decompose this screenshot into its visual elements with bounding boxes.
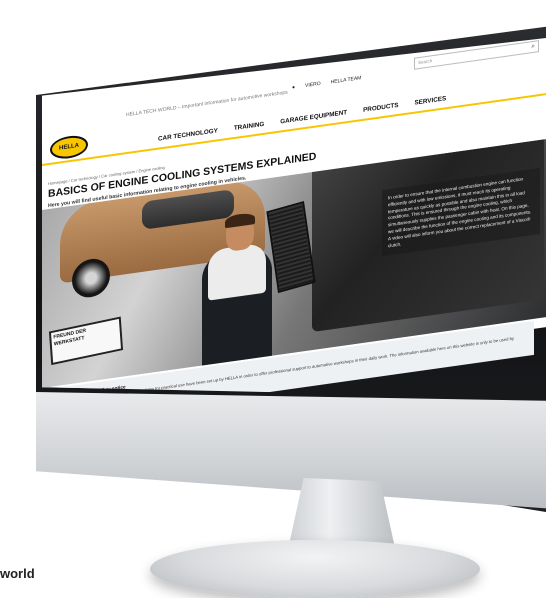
mechanic-shirt xyxy=(208,242,266,301)
freund-der-werkstatt-stamp: FREUND DER WERKSTATT xyxy=(48,316,124,366)
monitor-screen: HELLA HELLA TECH WORLD – Important infor… xyxy=(42,38,546,398)
webpage: HELLA HELLA TECH WORLD – Important infor… xyxy=(42,38,546,398)
search-placeholder: Search xyxy=(418,58,433,66)
search-icon[interactable]: ⌕ xyxy=(531,42,535,53)
footer-text: world xyxy=(0,566,35,581)
monitor-chin xyxy=(36,392,546,512)
scene: HELLA HELLA TECH WORLD – Important infor… xyxy=(0,0,546,598)
mechanic-figure xyxy=(192,210,282,373)
monitor-stand-base xyxy=(150,540,480,598)
language-icon[interactable]: ● xyxy=(292,84,295,90)
